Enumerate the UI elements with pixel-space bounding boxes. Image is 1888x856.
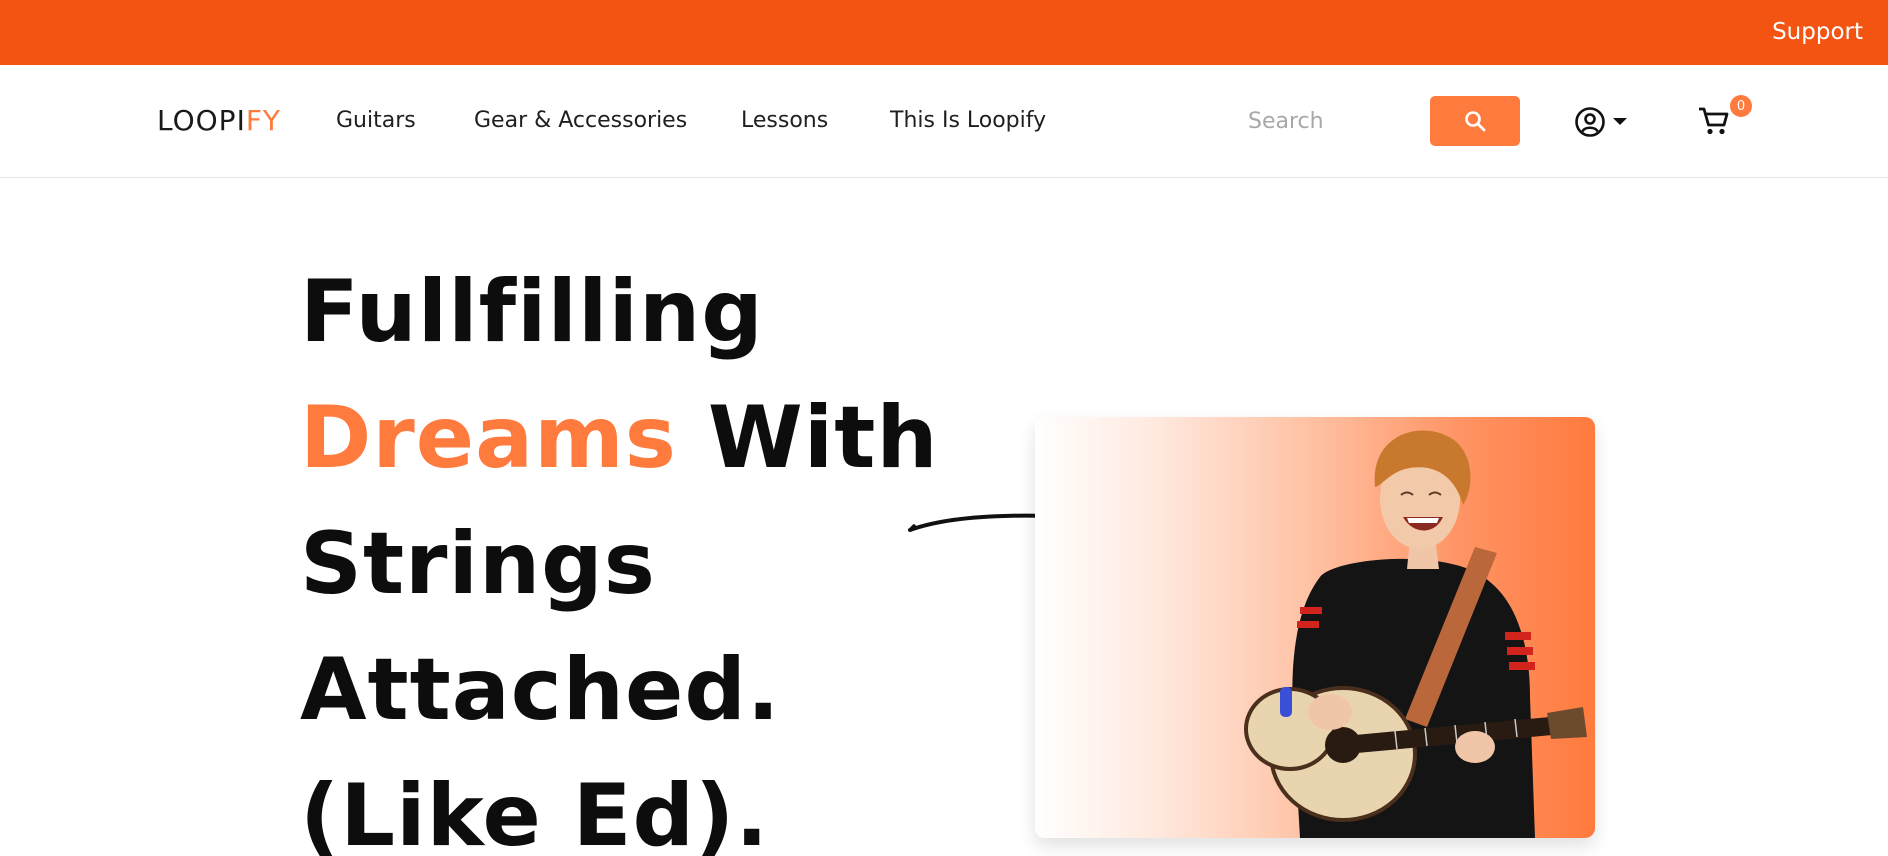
brand-logo[interactable]: LOOPIFY bbox=[157, 104, 281, 137]
logo-text-accent: FY bbox=[245, 104, 282, 137]
hero-heading-line-2: Dreams With bbox=[300, 388, 939, 488]
nav-item-this-is-loopify[interactable]: This Is Loopify bbox=[890, 108, 1046, 133]
search-icon bbox=[1465, 111, 1486, 132]
logo-text-main: LOOPI bbox=[157, 104, 246, 137]
account-menu-button[interactable] bbox=[1574, 105, 1638, 139]
top-bar: Support bbox=[0, 0, 1888, 65]
nav-item-gear-accessories[interactable]: Gear & Accessories bbox=[474, 108, 687, 133]
cart-count-badge: 0 bbox=[1730, 95, 1752, 117]
hero-heading-accent: Dreams bbox=[300, 388, 677, 488]
hero-image-card bbox=[1035, 417, 1595, 838]
main-navbar: LOOPIFY Guitars Gear & Accessories Lesso… bbox=[0, 65, 1888, 178]
search-button[interactable] bbox=[1430, 96, 1520, 146]
support-link[interactable]: Support bbox=[1772, 19, 1863, 45]
cart-icon bbox=[1699, 107, 1729, 135]
hero-heading-line-4: Attached. bbox=[300, 640, 781, 740]
search-input[interactable] bbox=[1248, 96, 1428, 146]
guitarist-photo bbox=[1244, 430, 1587, 838]
nav-item-guitars[interactable]: Guitars bbox=[336, 108, 416, 133]
caret-down-icon bbox=[1613, 118, 1627, 125]
hero-heading-line-1: Fullfilling bbox=[300, 262, 764, 362]
hero-heading-line-5: (Like Ed). bbox=[300, 766, 770, 856]
user-circle-icon bbox=[1575, 107, 1605, 137]
nav-item-lessons[interactable]: Lessons bbox=[741, 108, 828, 133]
hero-heading-line-3: Strings bbox=[300, 514, 656, 614]
